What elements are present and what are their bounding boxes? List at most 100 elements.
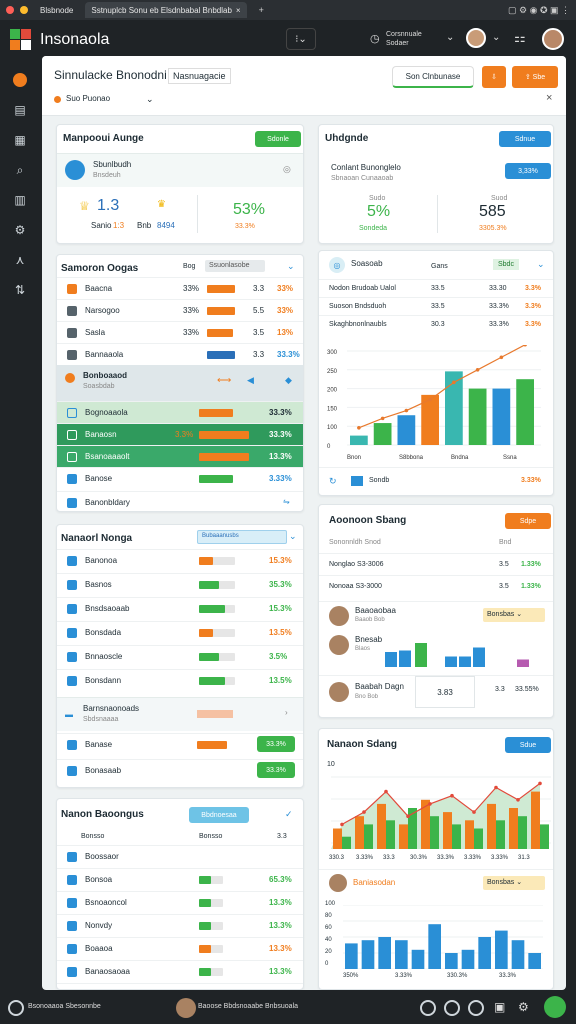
highlighted-row[interactable]: Bonboaaod Soasbdab ⟷ ◀ ◆ bbox=[57, 365, 303, 401]
close-window-icon[interactable] bbox=[6, 6, 14, 14]
chart-icon[interactable]: ▥ bbox=[7, 190, 33, 210]
card-action-button[interactable]: Bbdnoesaa bbox=[189, 807, 249, 823]
bar bbox=[452, 824, 461, 849]
table-row[interactable]: Banonbldary ⇋ bbox=[57, 491, 303, 511]
export-button[interactable]: ⇩ bbox=[482, 66, 506, 88]
refresh-icon[interactable]: ↻ bbox=[329, 476, 337, 487]
clock-icon[interactable] bbox=[420, 1000, 436, 1016]
table-row[interactable]: Baacna 33% 3.3 33% bbox=[57, 277, 303, 299]
sort-icon[interactable]: ⇅ bbox=[7, 280, 33, 300]
check-icon[interactable]: ✓ bbox=[285, 809, 293, 820]
list-item[interactable]: Bonsdada 13.5% bbox=[57, 621, 303, 643]
bar bbox=[473, 647, 485, 667]
action-button[interactable]: Son Clnbunase bbox=[392, 66, 474, 88]
chevron-down-icon[interactable]: ⌄ bbox=[287, 261, 295, 272]
share-button[interactable]: ⇪ Sbe bbox=[512, 66, 558, 88]
list-item[interactable]: Nonvdy 13.3% bbox=[57, 914, 303, 936]
chevron-right-icon[interactable]: › bbox=[285, 708, 288, 717]
gauge-icon[interactable] bbox=[7, 70, 33, 90]
status-badge[interactable]: Bonsbas ⌄ bbox=[483, 608, 545, 622]
card-action-button[interactable]: Sdpe bbox=[505, 513, 551, 529]
table-row[interactable]: Nonglao S3-3006 3.5 1.33% bbox=[319, 553, 553, 575]
page-subtitle[interactable]: Nasnuagacie bbox=[168, 68, 231, 84]
table-row[interactable]: Bsanoaaaolt 13.3% bbox=[57, 445, 303, 467]
date-range[interactable]: Corsnnuale Sodaer bbox=[386, 30, 446, 48]
checkbox-icon[interactable] bbox=[67, 451, 77, 462]
list-item[interactable]: Bonsdann 13.5% bbox=[57, 669, 303, 691]
row-button[interactable]: 33.3% bbox=[257, 762, 295, 778]
tab-close-icon[interactable]: × bbox=[236, 6, 241, 15]
row-label: Basnos bbox=[85, 580, 112, 589]
list-item[interactable]: Bnsdsaoaab 15.3% bbox=[57, 597, 303, 619]
new-tab-button[interactable]: + bbox=[259, 5, 264, 15]
filter-icon[interactable]: ⋏ bbox=[7, 250, 33, 270]
close-icon[interactable]: × bbox=[546, 92, 552, 104]
list-item[interactable]: Bonsoa 65.3% bbox=[57, 868, 303, 890]
camera-icon[interactable]: ▣ bbox=[494, 1000, 505, 1014]
timer-icon[interactable] bbox=[444, 1000, 460, 1016]
card-action-button[interactable]: Sdonle bbox=[255, 131, 301, 147]
list-item[interactable]: Boaaoa 13.3% bbox=[57, 937, 303, 959]
checkbox-icon[interactable] bbox=[67, 429, 77, 440]
chevron-down-icon[interactable]: ⌄ bbox=[446, 32, 454, 43]
search-icon[interactable]: ⌕ bbox=[7, 160, 33, 180]
gear-icon[interactable]: ⚙ bbox=[518, 1000, 529, 1014]
list-item[interactable]: Banaosaoaa 13.3% bbox=[57, 960, 303, 982]
table-row[interactable]: Narsogoo 33% 5.5 33% bbox=[57, 299, 303, 321]
col-b-badge[interactable]: Sbdc bbox=[493, 259, 519, 270]
chat-icon[interactable] bbox=[468, 1000, 484, 1016]
user-avatar[interactable] bbox=[542, 28, 564, 50]
power-icon[interactable] bbox=[8, 1000, 24, 1016]
search-input[interactable]: Ssuonlasobe bbox=[205, 260, 265, 272]
profile-icon[interactable] bbox=[544, 996, 566, 1018]
table-row[interactable]: Sasla 33% 3.5 13% bbox=[57, 321, 303, 343]
filter-label[interactable]: Suo Puonao bbox=[66, 94, 110, 103]
list-item[interactable]: Bnnaoscle 3.5% bbox=[57, 645, 303, 667]
tab-1[interactable]: Blsbnode bbox=[34, 2, 79, 18]
table-row[interactable]: Banaosn 3.3% 33.3% bbox=[57, 423, 303, 445]
person-row[interactable]: Bnesab Blaos bbox=[319, 631, 553, 671]
table-row[interactable]: Nonoaa S3-3000 3.5 1.33% bbox=[319, 575, 553, 597]
settings-icon[interactable]: ⚙ bbox=[7, 220, 33, 240]
person-row[interactable]: Baniasodan Bonsbas ⌄ bbox=[319, 869, 553, 895]
avatar bbox=[329, 682, 349, 702]
range-dropdown[interactable]: Bubaaanusbs bbox=[197, 530, 287, 544]
badge-button[interactable]: 3,33% bbox=[505, 163, 551, 179]
list-item[interactable]: Banase 33.3% bbox=[57, 733, 303, 755]
row-bar bbox=[199, 605, 225, 613]
menu-button[interactable]: ⁝ ⌄ bbox=[286, 28, 316, 50]
browser-controls-icon[interactable]: ▢ ⚙ ◉ ✪ ▣ ⋮ bbox=[508, 5, 570, 16]
list-item[interactable]: Bsnoaoncol 13.3% bbox=[57, 891, 303, 913]
list-item[interactable]: Basnos 35.3% bbox=[57, 573, 303, 595]
document-icon[interactable]: ▤ bbox=[7, 100, 33, 120]
table-row[interactable]: Skaghbnonlnaubls 30.3 33.3% 3.3% bbox=[319, 315, 553, 333]
list-item[interactable]: Boossaor bbox=[57, 845, 303, 867]
sliders-icon[interactable]: ⚏ bbox=[514, 30, 526, 46]
status-badge[interactable]: Bonsbas ⌄ bbox=[483, 876, 545, 890]
pin-icon[interactable]: ◆ bbox=[285, 375, 292, 386]
row-button[interactable]: 33.3% bbox=[257, 736, 295, 752]
person-row[interactable]: Baaoaobaa Baaob Bob Bonsbas ⌄ bbox=[319, 601, 553, 629]
table-row[interactable]: Suoson Bndsduoh 33.5 33.3% 3.3% bbox=[319, 297, 553, 315]
chevron-down-icon[interactable]: ⌄ bbox=[289, 531, 297, 542]
list-item[interactable]: Banonoa 15.3% bbox=[57, 549, 303, 571]
avatar[interactable] bbox=[466, 28, 486, 48]
share-icon[interactable]: ⇋ bbox=[283, 497, 290, 506]
chevron-down-icon[interactable]: ⌄ bbox=[492, 32, 500, 43]
person-row[interactable]: Baabah Dagn Bno Bob 3.83 3.3 33.55% bbox=[319, 675, 553, 715]
list-item[interactable]: Bana53.3% bbox=[57, 983, 303, 989]
card-action-button[interactable]: Sdnue bbox=[499, 131, 551, 147]
calendar-icon[interactable]: ▦ bbox=[7, 130, 33, 150]
chevron-down-icon[interactable]: ⌄ bbox=[146, 94, 154, 105]
minimize-window-icon[interactable] bbox=[20, 6, 28, 14]
chevron-down-icon[interactable]: ⌄ bbox=[537, 259, 545, 270]
table-row[interactable]: Nodon Brudoab Ualol 33.5 33.30 3.3% bbox=[319, 279, 553, 297]
info-icon[interactable]: ◎ bbox=[283, 164, 291, 175]
list-item[interactable]: Bonasaab 33.3% bbox=[57, 759, 303, 781]
checkbox-icon[interactable] bbox=[67, 407, 77, 418]
tab-2[interactable]: Sstnuplcb Sonu eb Elsdnbabal Bnbdlab × bbox=[85, 2, 247, 18]
table-row[interactable]: Banose 3.33% bbox=[57, 467, 303, 489]
card-action-button[interactable]: Sdue bbox=[505, 737, 551, 753]
table-row[interactable]: Bannaaola 3.3 33.3% bbox=[57, 343, 303, 365]
table-row[interactable]: Bognoaaola 33.3% bbox=[57, 401, 303, 423]
